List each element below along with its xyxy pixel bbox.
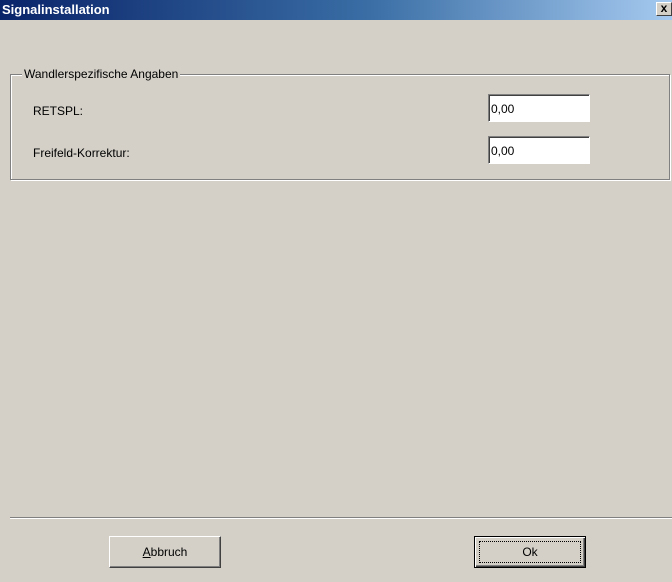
- ok-label: Ok: [522, 545, 538, 559]
- freifeld-korrektur-label: Freifeld-Korrektur:: [33, 146, 130, 160]
- cancel-button[interactable]: Abbruch: [109, 536, 221, 568]
- cancel-label: bbruch: [150, 545, 188, 559]
- bottom-separator: [10, 517, 672, 519]
- close-icon: x: [660, 1, 668, 15]
- freifeld-korrektur-input[interactable]: [488, 136, 590, 164]
- retspl-input[interactable]: [488, 94, 590, 122]
- cancel-mnemonic: A: [142, 545, 151, 559]
- title-bar[interactable]: Signalinstallation x: [0, 0, 672, 20]
- ok-button[interactable]: Ok: [474, 536, 586, 568]
- groupbox-label: Wandlerspezifische Angaben: [22, 67, 181, 81]
- dialog-window: Signalinstallation x Wandlerspezifische …: [0, 0, 672, 582]
- transducer-groupbox: [10, 74, 670, 180]
- window-title: Signalinstallation: [2, 2, 110, 17]
- close-button[interactable]: x: [656, 2, 672, 16]
- retspl-label: RETSPL:: [33, 104, 84, 118]
